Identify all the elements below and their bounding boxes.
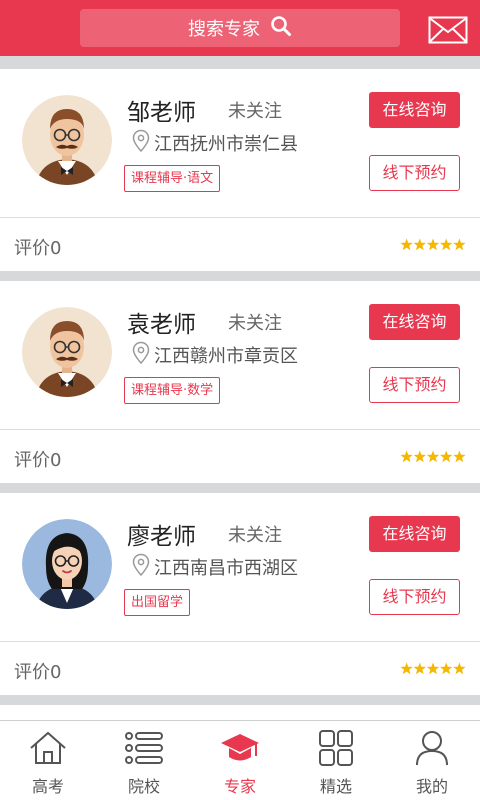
grid-icon (316, 729, 356, 767)
location-text: 江西抚州市崇仁县 (154, 134, 298, 155)
expert-card[interactable]: 廖老师 未关注 江西南昌市西湖区 出国留学 在线咨询 线下预约 评价0 (0, 493, 480, 695)
star-icon (426, 450, 440, 463)
expert-name: 袁老师 (127, 312, 196, 338)
list-icon (124, 729, 164, 767)
rating-label: 评价0 (14, 662, 62, 683)
location-pin-icon (132, 341, 154, 370)
tab-experts[interactable]: 专家 (192, 721, 288, 800)
location: 江西抚州市崇仁县 (132, 129, 298, 158)
next-card-peek (0, 705, 480, 720)
mail-icon[interactable] (428, 16, 468, 44)
tab-featured[interactable]: 精选 (288, 721, 384, 800)
star-icon (413, 662, 426, 675)
female-avatar (22, 519, 112, 609)
tab-label: 我的 (415, 777, 448, 796)
location: 江西赣州市章贡区 (132, 341, 298, 370)
follow-status[interactable]: 未关注 (228, 97, 282, 123)
star-icon (400, 662, 413, 675)
tab-gaokao[interactable]: 高考 (0, 721, 96, 800)
star-icon (400, 450, 413, 463)
star-icon (413, 450, 426, 463)
tab-label: 精选 (319, 777, 352, 796)
star-rating (400, 238, 466, 252)
rating-label: 评价0 (14, 238, 62, 259)
star-icon (453, 238, 466, 251)
tab-colleges[interactable]: 院校 (96, 721, 192, 800)
top-bar: 搜索专家 (0, 0, 480, 56)
follow-status[interactable]: 未关注 (228, 521, 282, 547)
star-rating (400, 662, 466, 676)
star-icon (426, 238, 440, 251)
online-consult-button[interactable]: 在线咨询 (369, 304, 460, 340)
search-bar[interactable]: 搜索专家 (80, 9, 400, 47)
online-consult-button[interactable]: 在线咨询 (369, 516, 460, 552)
expert-card[interactable]: 袁老师 未关注 江西赣州市章贡区 课程辅导·数学 在线咨询 线下预约 评价0 (0, 281, 480, 483)
search-icon (270, 15, 292, 42)
tab-mine[interactable]: 我的 (384, 721, 480, 800)
star-icon (453, 662, 466, 675)
location-pin-icon (132, 553, 154, 582)
star-icon (453, 450, 466, 463)
expert-name: 廖老师 (127, 524, 196, 550)
tab-label: 专家 (223, 777, 256, 796)
offline-booking-button[interactable]: 线下预约 (369, 367, 460, 403)
specialty-tag: 课程辅导·数学 (124, 377, 221, 404)
star-icon (440, 450, 453, 463)
star-icon (440, 662, 453, 675)
graduation-cap-icon (220, 729, 260, 767)
online-consult-button[interactable]: 在线咨询 (369, 92, 460, 128)
follow-status[interactable]: 未关注 (228, 309, 282, 335)
location-text: 江西南昌市西湖区 (154, 558, 298, 579)
home-icon (28, 729, 68, 767)
user-icon (412, 729, 452, 767)
bottom-tab-bar: 高考 院校 专家 精选 我的 (0, 720, 480, 800)
search-label: 搜索专家 (188, 19, 260, 40)
expert-card[interactable]: 邹老师 未关注 江西抚州市崇仁县 课程辅导·语文 在线咨询 线下预约 评价0 (0, 69, 480, 271)
star-rating (400, 450, 466, 464)
specialty-tag: 出国留学 (124, 589, 191, 616)
star-icon (426, 662, 440, 675)
location-pin-icon (132, 129, 154, 158)
male-avatar (22, 95, 112, 185)
star-icon (400, 238, 413, 251)
offline-booking-button[interactable]: 线下预约 (369, 579, 460, 615)
star-icon (440, 238, 453, 251)
location-text: 江西赣州市章贡区 (154, 346, 298, 367)
star-icon (413, 238, 426, 251)
male-avatar (22, 307, 112, 397)
location: 江西南昌市西湖区 (132, 553, 298, 582)
expert-name: 邹老师 (127, 100, 196, 126)
specialty-tag: 课程辅导·语文 (124, 165, 221, 192)
rating-label: 评价0 (14, 450, 62, 471)
tab-label: 院校 (127, 777, 160, 796)
tab-label: 高考 (31, 777, 64, 796)
offline-booking-button[interactable]: 线下预约 (369, 155, 460, 191)
